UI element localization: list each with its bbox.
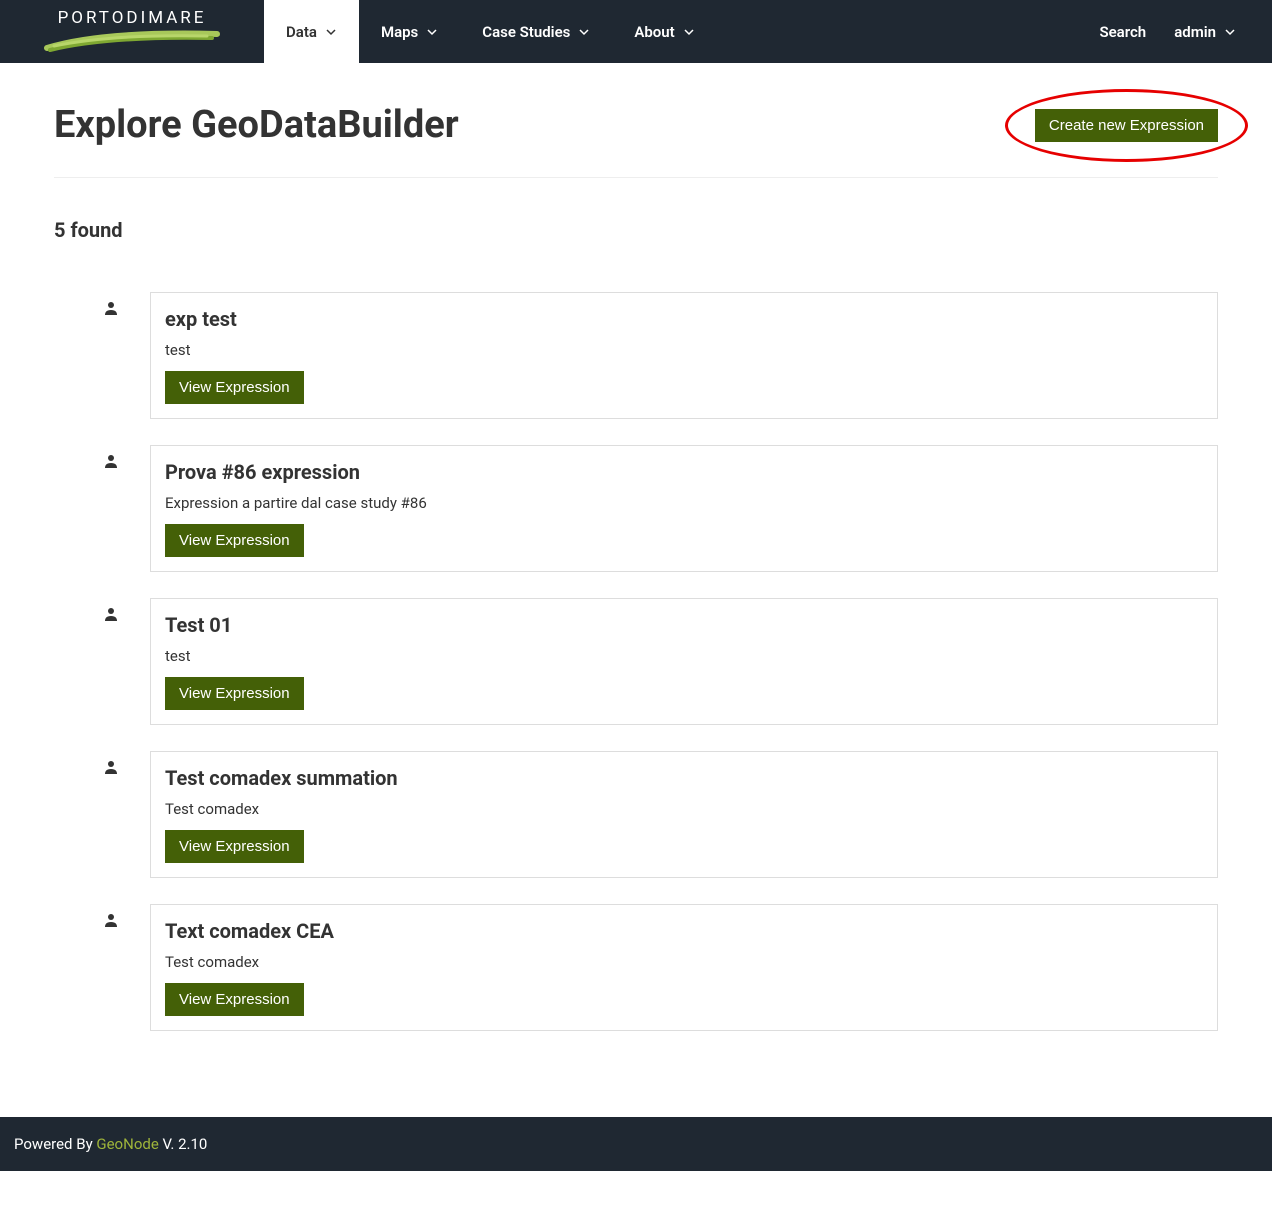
view-expression-button[interactable]: View Expression xyxy=(165,524,304,557)
user-icon-wrapper xyxy=(104,598,120,725)
expression-description: Test comadex xyxy=(165,953,1203,971)
nav-label: Case Studies xyxy=(482,23,570,41)
expression-item: Test comadex summation Test comadex View… xyxy=(104,751,1218,878)
nav-label: Data xyxy=(286,23,317,41)
nav-user[interactable]: admin xyxy=(1160,0,1250,63)
nav-label: Maps xyxy=(381,23,418,41)
expression-item: Prova #86 expression Expression a partir… xyxy=(104,445,1218,572)
expression-card: Test comadex summation Test comadex View… xyxy=(150,751,1218,878)
view-expression-button[interactable]: View Expression xyxy=(165,677,304,710)
nav-items: Data Maps Case Studies About xyxy=(264,0,717,63)
user-icon xyxy=(104,607,118,621)
main-content: Explore GeoDataBuilder Create new Expres… xyxy=(0,63,1272,1117)
logo-swoosh-icon xyxy=(42,26,222,56)
nav-item-data[interactable]: Data xyxy=(264,0,359,63)
nav-label: About xyxy=(634,23,674,41)
create-expression-button[interactable]: Create new Expression xyxy=(1035,109,1218,142)
expression-title: Test 01 xyxy=(165,613,1203,637)
expression-item: exp test test View Expression xyxy=(104,292,1218,419)
nav-search-label: Search xyxy=(1099,23,1146,41)
page-title: Explore GeoDataBuilder xyxy=(54,103,459,147)
logo[interactable]: PORTODIMARE xyxy=(0,0,264,63)
nav-item-about[interactable]: About xyxy=(612,0,716,63)
user-icon xyxy=(104,760,118,774)
expression-description: test xyxy=(165,341,1203,359)
nav-right: Search admin xyxy=(1085,0,1272,63)
view-expression-button[interactable]: View Expression xyxy=(165,983,304,1016)
chevron-down-icon xyxy=(578,26,590,38)
user-icon-wrapper xyxy=(104,292,120,419)
user-icon xyxy=(104,913,118,927)
expression-card: exp test test View Expression xyxy=(150,292,1218,419)
expression-title: exp test xyxy=(165,307,1203,331)
navbar: PORTODIMARE Data Maps Case Studies About… xyxy=(0,0,1272,63)
user-icon xyxy=(104,454,118,468)
view-expression-button[interactable]: View Expression xyxy=(165,830,304,863)
nav-user-label: admin xyxy=(1174,23,1216,41)
expression-item: Text comadex CEA Test comadex View Expre… xyxy=(104,904,1218,1031)
expression-card: Test 01 test View Expression xyxy=(150,598,1218,725)
user-icon-wrapper xyxy=(104,751,120,878)
logo-text: PORTODIMARE xyxy=(58,8,207,28)
footer-geonode-link[interactable]: GeoNode xyxy=(96,1135,158,1153)
expression-title: Prova #86 expression xyxy=(165,460,1203,484)
chevron-down-icon xyxy=(1224,26,1236,38)
footer-powered-by: Powered By xyxy=(14,1135,96,1153)
nav-item-maps[interactable]: Maps xyxy=(359,0,460,63)
user-icon-wrapper xyxy=(104,904,120,1031)
chevron-down-icon xyxy=(683,26,695,38)
page-header: Explore GeoDataBuilder Create new Expres… xyxy=(54,103,1218,178)
chevron-down-icon xyxy=(426,26,438,38)
create-button-wrapper: Create new Expression xyxy=(1035,109,1218,142)
expression-description: Test comadex xyxy=(165,800,1203,818)
view-expression-button[interactable]: View Expression xyxy=(165,371,304,404)
expression-description: Expression a partire dal case study #86 xyxy=(165,494,1203,512)
expression-description: test xyxy=(165,647,1203,665)
chevron-down-icon xyxy=(325,26,337,38)
nav-search[interactable]: Search xyxy=(1085,0,1160,63)
user-icon xyxy=(104,301,118,315)
user-icon-wrapper xyxy=(104,445,120,572)
nav-item-case-studies[interactable]: Case Studies xyxy=(460,0,612,63)
expression-card: Prova #86 expression Expression a partir… xyxy=(150,445,1218,572)
expression-list: exp test test View Expression Prova #86 … xyxy=(54,292,1218,1031)
expression-card: Text comadex CEA Test comadex View Expre… xyxy=(150,904,1218,1031)
expression-title: Test comadex summation xyxy=(165,766,1203,790)
count-found: 5 found xyxy=(54,218,1218,242)
footer: Powered By GeoNode V. 2.10 xyxy=(0,1117,1272,1171)
footer-version: V. 2.10 xyxy=(159,1135,208,1153)
expression-title: Text comadex CEA xyxy=(165,919,1203,943)
expression-item: Test 01 test View Expression xyxy=(104,598,1218,725)
